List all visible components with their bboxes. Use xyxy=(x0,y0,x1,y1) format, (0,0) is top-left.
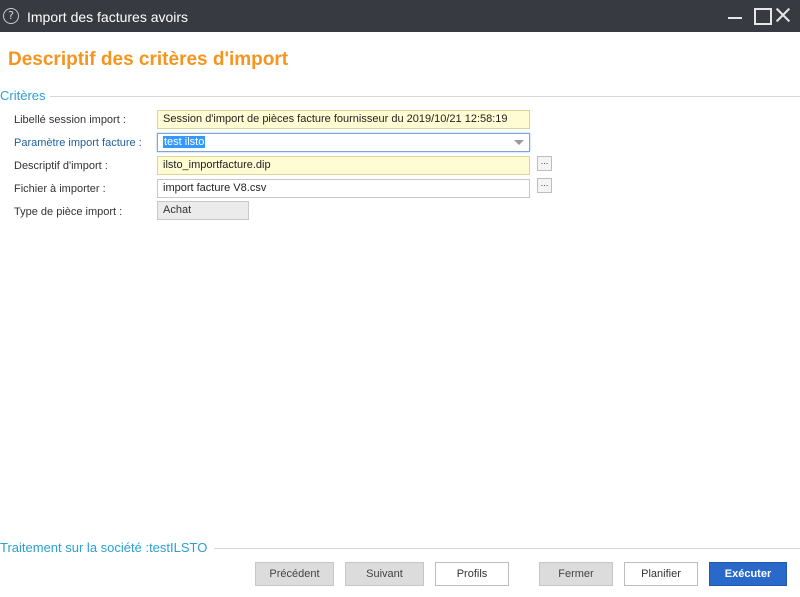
profils-button[interactable]: Profils xyxy=(435,562,509,586)
precedent-button[interactable]: Précédent xyxy=(255,562,334,586)
maximize-icon[interactable] xyxy=(750,4,772,26)
descriptif-import-input[interactable]: ilsto_importfacture.dip xyxy=(157,156,530,175)
executer-button[interactable]: Exécuter xyxy=(709,562,787,586)
help-icon[interactable]: ? xyxy=(3,8,19,24)
minimize-icon[interactable] xyxy=(724,4,746,26)
parametre-import-select[interactable]: test ilsto xyxy=(157,133,530,152)
window-title: Import des factures avoirs xyxy=(27,9,189,25)
close-icon[interactable] xyxy=(772,4,794,26)
fichier-importer-label: Fichier à importer : xyxy=(14,183,106,195)
libelle-session-label: Libellé session import : xyxy=(14,114,126,126)
chevron-down-icon[interactable] xyxy=(514,140,524,145)
suivant-button[interactable]: Suivant xyxy=(345,562,424,586)
section-label-criteres: Critères xyxy=(0,88,46,103)
fichier-importer-input[interactable]: import facture V8.csv xyxy=(157,179,530,198)
parametre-import-label: Paramètre import facture : xyxy=(14,137,142,149)
planifier-button[interactable]: Planifier xyxy=(624,562,698,586)
descriptif-import-label: Descriptif d'import : xyxy=(14,160,108,172)
descriptif-import-browse-button[interactable]: ... xyxy=(537,156,552,171)
section-divider xyxy=(50,96,800,97)
page-title: Descriptif des critères d'import xyxy=(8,49,289,70)
fermer-button[interactable]: Fermer xyxy=(539,562,613,586)
company-label: Traitement sur la société :testILSTO xyxy=(0,540,208,555)
parametre-import-selected-value: test ilsto xyxy=(163,136,206,148)
libelle-session-input[interactable]: Session d'import de pièces facture fourn… xyxy=(157,110,530,129)
type-piece-field: Achat xyxy=(157,201,249,220)
fichier-importer-browse-button[interactable]: ... xyxy=(537,178,552,193)
window-titlebar: ? Import des factures avoirs xyxy=(0,0,800,32)
footer-divider xyxy=(214,548,800,549)
type-piece-label: Type de pièce import : xyxy=(14,206,123,218)
